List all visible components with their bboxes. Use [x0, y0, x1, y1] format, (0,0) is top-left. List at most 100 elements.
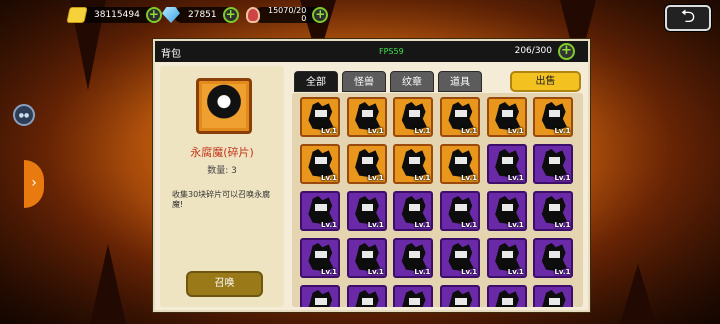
item-count: 数量: 3 [207, 166, 237, 176]
item-detail-pane: 永腐魔(碎片) 数量: 3 收集30块碎片可以召唤永腐魔! 召唤 [160, 66, 284, 307]
cave-spike [620, 264, 656, 324]
monster-shard-icon [401, 102, 427, 130]
inventory-grid: Lv.1 Lv.1 Lv.1 Lv.1 Lv.1 Lv.1 Lv.1 Lv.1 Lv.1 Lv.1… [300, 97, 574, 307]
tab-monsters[interactable]: 怪兽 [342, 71, 386, 92]
monster-shard-icon [495, 243, 521, 271]
slot-level: Lv.1 [321, 221, 337, 229]
monster-shard-icon [355, 196, 381, 224]
inventory-slot[interactable]: Lv.1 [346, 191, 387, 231]
inventory-slot[interactable]: Lv.1 [486, 144, 527, 184]
monster-shard-icon [308, 102, 334, 130]
chat-icon: ●● [18, 112, 30, 119]
slot-level: Lv.1 [554, 127, 571, 135]
stamina-resource: 15070/20 0 + [246, 5, 329, 25]
sell-button[interactable]: 出售 [510, 71, 581, 92]
monster-icon [202, 84, 246, 128]
inventory-slot[interactable] [440, 285, 481, 307]
monster-shard-icon [355, 102, 381, 130]
back-button[interactable]: ⮌ [665, 5, 711, 31]
panel-header: 背包 FPS59 206/300 + [155, 41, 588, 62]
slot-level: Lv.1 [367, 174, 384, 182]
gem-resource: 27851 + [162, 5, 239, 25]
item-name: 永腐魔(碎片) [190, 146, 254, 159]
gold-icon [66, 7, 88, 23]
inventory-grid-area[interactable]: Lv.1 Lv.1 Lv.1 Lv.1 Lv.1 Lv.1 Lv.1 Lv.1 Lv.1 Lv.1… [292, 93, 583, 307]
monster-shard-icon [541, 102, 568, 130]
slot-level: Lv.1 [554, 268, 571, 276]
inventory-slot[interactable]: Lv.1 [486, 97, 527, 137]
slot-level: Lv.1 [414, 221, 431, 229]
slot-level: Lv.1 [461, 127, 478, 135]
inventory-slot[interactable]: Lv.1 [440, 97, 481, 137]
inventory-slot[interactable]: Lv.1 [300, 144, 340, 184]
inventory-slot[interactable]: Lv.1 [486, 191, 527, 231]
tab-items[interactable]: 道具 [438, 71, 482, 92]
monster-shard-icon [308, 290, 334, 307]
monster-shard-icon [541, 243, 568, 271]
inventory-slot[interactable] [393, 285, 434, 307]
slot-level: Lv.1 [321, 174, 337, 182]
monster-shard-icon [401, 196, 427, 224]
stamina-line2: 0 [301, 14, 307, 23]
inventory-slot[interactable]: Lv.1 [346, 144, 387, 184]
inventory-slot[interactable]: Lv.1 [393, 238, 434, 278]
gold-resource: 38115494 + [66, 5, 162, 25]
back-arrow-icon: ⮌ [680, 6, 696, 27]
monster-shard-icon [355, 290, 381, 307]
monster-shard-icon [495, 196, 521, 224]
monster-shard-icon [495, 290, 521, 307]
inventory-slot[interactable]: Lv.1 [533, 97, 574, 137]
add-stamina-button[interactable]: + [312, 7, 329, 23]
inventory-slot[interactable]: Lv.1 [533, 144, 574, 184]
monster-shard-icon [448, 290, 474, 307]
inventory-slot[interactable]: Lv.1 [300, 238, 340, 278]
slot-level: Lv.1 [554, 174, 571, 182]
inventory-slot[interactable]: Lv.1 [533, 238, 574, 278]
monster-shard-icon [495, 102, 521, 130]
inventory-slot[interactable]: Lv.1 [300, 191, 340, 231]
monster-shard-icon [355, 149, 381, 177]
summon-button[interactable]: 召唤 [186, 271, 263, 297]
expand-capacity-button[interactable]: + [558, 43, 575, 60]
cave-spike [90, 244, 126, 324]
add-gem-button[interactable]: + [222, 7, 239, 23]
slot-level: Lv.1 [554, 221, 571, 229]
tab-emblems[interactable]: 纹章 [390, 71, 434, 92]
inventory-slot[interactable]: Lv.1 [486, 238, 527, 278]
monster-shard-icon [308, 149, 334, 177]
monster-shard-icon [401, 290, 427, 307]
monster-shard-icon [401, 243, 427, 271]
monster-shard-icon [401, 149, 427, 177]
chat-button[interactable]: ●● [13, 104, 35, 126]
inventory-slot[interactable] [533, 285, 574, 307]
meat-icon [246, 7, 260, 23]
monster-shard-icon [541, 290, 568, 307]
slot-level: Lv.1 [507, 174, 524, 182]
slot-level: Lv.1 [414, 174, 431, 182]
inventory-slot[interactable] [300, 285, 340, 307]
inventory-slot[interactable]: Lv.1 [346, 238, 387, 278]
inventory-slot[interactable]: Lv.1 [440, 191, 481, 231]
monster-shard-icon [448, 196, 474, 224]
inventory-slot[interactable]: Lv.1 [440, 144, 481, 184]
inventory-slot[interactable] [486, 285, 527, 307]
inventory-slot[interactable] [346, 285, 387, 307]
slot-level: Lv.1 [367, 127, 384, 135]
inventory-slot[interactable]: Lv.1 [533, 191, 574, 231]
inventory-slot[interactable]: Lv.1 [393, 191, 434, 231]
monster-shard-icon [308, 196, 334, 224]
backpack-panel: 背包 FPS59 206/300 + 永腐魔(碎片) 数量: 3 收集30块碎片… [153, 39, 590, 312]
tab-all[interactable]: 全部 [294, 71, 338, 92]
inventory-slot[interactable]: Lv.1 [440, 238, 481, 278]
slot-level: Lv.1 [367, 268, 384, 276]
monster-shard-icon [308, 243, 334, 271]
chevron-right-icon: › [31, 175, 37, 191]
inventory-slot[interactable]: Lv.1 [393, 97, 434, 137]
inventory-slot[interactable]: Lv.1 [346, 97, 387, 137]
monster-shard-icon [448, 102, 474, 130]
inventory-slot[interactable]: Lv.1 [393, 144, 434, 184]
add-gold-button[interactable]: + [145, 7, 162, 23]
inventory-slot[interactable]: Lv.1 [300, 97, 340, 137]
monster-shard-icon [541, 149, 568, 177]
monster-shard-icon [541, 196, 568, 224]
